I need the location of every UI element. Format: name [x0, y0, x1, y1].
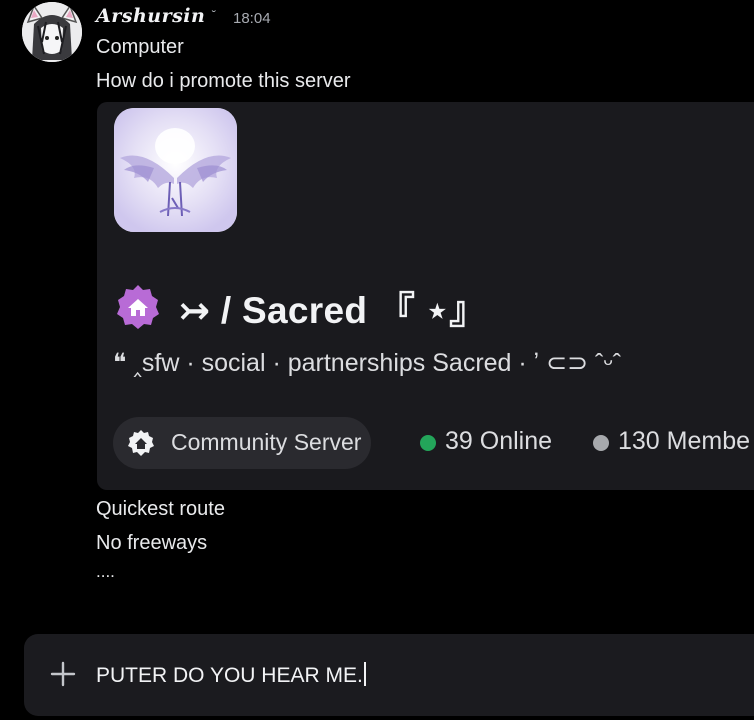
message-username[interactable]: Arshursin — [96, 5, 205, 27]
chat-view: Arshursin ˘ 18:04 Computer How do i prom… — [0, 0, 754, 720]
plus-icon[interactable] — [50, 661, 76, 687]
community-server-label: Community Server — [171, 429, 362, 455]
community-server-icon — [127, 429, 155, 457]
home-badge-icon — [115, 284, 161, 330]
online-count: 39 Online — [445, 427, 553, 455]
server-tags: ❝ ‸sfw · social · partnerships Sacred · … — [113, 349, 622, 377]
message-input-text: PUTER DO YOU HEAR ME. — [96, 664, 363, 687]
server-invite-embed: ↣ / Sacred 『 ⋆』 ❝ ‸sfw · social · partne… — [97, 102, 754, 490]
message-line: No freeways — [96, 532, 208, 554]
angel-wings-server-icon[interactable] — [114, 108, 237, 232]
user-avatar-icon[interactable] — [22, 2, 82, 62]
text-caret — [363, 662, 366, 686]
user-badge-icon: ˘ — [212, 8, 216, 22]
server-name[interactable]: ↣ / Sacred 『 ⋆』 — [179, 280, 486, 334]
members-status-dot — [593, 435, 609, 451]
message-timestamp: 18:04 — [233, 10, 271, 27]
message-line: How do i promote this server — [96, 70, 351, 92]
online-status-dot — [420, 435, 436, 451]
message-line: Computer — [96, 36, 184, 58]
message-input[interactable]: PUTER DO YOU HEAR ME. — [96, 662, 366, 688]
message-line: .... — [96, 562, 115, 581]
community-server-badge[interactable]: Community Server — [113, 417, 371, 469]
message-line: Quickest route — [96, 498, 225, 520]
member-count: 130 Membe — [618, 427, 751, 455]
message-composer[interactable]: PUTER DO YOU HEAR ME. — [24, 634, 754, 716]
